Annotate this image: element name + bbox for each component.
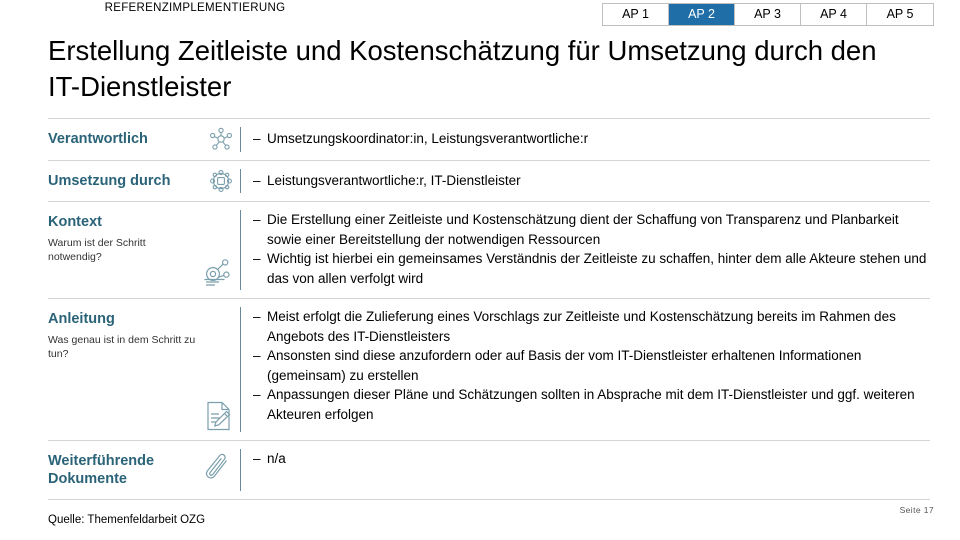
- row-label: Verantwortlich: [48, 131, 148, 147]
- row-content: – Leistungsverantwortliche:r, IT-Dienstl…: [241, 161, 930, 202]
- row-label: Umsetzung durch: [48, 172, 171, 189]
- row-label-block: Verantwortlich: [48, 119, 196, 160]
- paperclip-icon: [204, 453, 234, 487]
- table-row-verantwortlich: Verantwortlich – Umsetzungskoordinator:i…: [48, 118, 930, 160]
- row-label: Kontext: [48, 214, 102, 230]
- bullet-item: – Umsetzungskoordinator:in, Leistungsver…: [253, 129, 930, 149]
- people-network-icon: [208, 126, 234, 152]
- row-icon-cell: [196, 441, 240, 499]
- row-icon-cell: [196, 161, 240, 202]
- bullet-item: – Wichtig ist hierbei ein gemeinsames Ve…: [253, 249, 930, 288]
- tab-ap-4[interactable]: AP 4: [801, 4, 867, 25]
- row-label: Anleitung: [48, 311, 115, 327]
- kicker-label: REFERENZIMPLEMENTIERUNG: [104, 2, 286, 14]
- bullet-item: – Ansonsten sind diese anzufordern oder …: [253, 346, 930, 385]
- ap-tabstrip: AP 1 AP 2 AP 3 AP 4 AP 5: [602, 3, 934, 26]
- table-row-anleitung: Anleitung Was genau ist in dem Schritt z…: [48, 298, 930, 440]
- row-sublabel: Was genau ist in dem Schritt zu tun?: [48, 334, 196, 360]
- gear-people-icon: [208, 168, 234, 194]
- row-label-block: Anleitung Was genau ist in dem Schritt z…: [48, 299, 196, 440]
- table-row-weiterfuehrende-dokumente: Weiterführende Dokumente – n/a: [48, 440, 930, 500]
- row-content: – Umsetzungskoordinator:in, Leistungsver…: [241, 119, 930, 160]
- bullet-dash: –: [253, 309, 261, 324]
- bullet-text: n/a: [267, 451, 286, 466]
- tab-ap-5[interactable]: AP 5: [867, 4, 933, 25]
- bullet-item: – Anpassungen dieser Pläne und Schätzung…: [253, 385, 930, 424]
- bullet-item: – Die Erstellung einer Zeitleiste und Ko…: [253, 210, 930, 249]
- bullet-item: – n/a: [253, 449, 930, 469]
- bullet-text: Umsetzungskoordinator:in, Leistungsveran…: [267, 131, 589, 146]
- page-title: Erstellung Zeitleiste und Kostenschätzun…: [48, 35, 877, 102]
- row-label-block: Umsetzung durch: [48, 161, 196, 202]
- table-row-umsetzung-durch: Umsetzung durch – Leistungsverantwortlic…: [48, 159, 930, 202]
- row-label-block: Weiterführende Dokumente: [48, 441, 196, 499]
- tab-ap-1[interactable]: AP 1: [603, 4, 669, 25]
- bullet-dash: –: [253, 387, 261, 402]
- tab-ap-3[interactable]: AP 3: [735, 4, 801, 25]
- bullet-text: Leistungsverantwortliche:r, IT-Dienstlei…: [267, 172, 521, 188]
- row-icon-cell: [196, 119, 240, 160]
- bullet-item: – Meist erfolgt die Zulieferung eines Vo…: [253, 307, 930, 346]
- source-note: Quelle: Themenfeldarbeit OZG: [48, 514, 206, 526]
- document-pencil-icon: [204, 400, 234, 432]
- row-icon-cell: [196, 299, 240, 440]
- bullet-dash: –: [253, 348, 261, 363]
- bullet-text: Wichtig ist hierbei ein gemeinsames Vers…: [267, 251, 927, 286]
- page-number: Seite 17: [899, 505, 934, 515]
- row-icon-cell: [196, 202, 240, 298]
- bullet-dash: –: [253, 131, 261, 146]
- bullet-item: – Leistungsverantwortliche:r, IT-Dienstl…: [253, 171, 930, 191]
- row-content: – n/a: [241, 441, 930, 499]
- bullet-text: Ansonsten sind diese anzufordern oder au…: [267, 348, 862, 383]
- bullet-dash: –: [253, 251, 261, 266]
- bullet-text: Die Erstellung einer Zeitleiste und Kost…: [267, 212, 899, 247]
- tab-ap-2[interactable]: AP 2: [669, 4, 735, 25]
- row-content: – Die Erstellung einer Zeitleiste und Ko…: [241, 202, 930, 298]
- bullet-dash: –: [253, 451, 261, 466]
- row-label: Weiterführende Dokumente: [48, 453, 155, 487]
- bullet-dash: –: [253, 212, 261, 227]
- row-label-block: Kontext Warum ist der Schritt notwendig?: [48, 202, 196, 298]
- row-sublabel: Warum ist der Schritt notwendig?: [48, 237, 146, 263]
- step-detail-table: Verantwortlich – Umsetzungskoordinator:i…: [48, 118, 930, 500]
- magnifier-analysis-icon: [202, 258, 234, 290]
- bullet-dash: –: [253, 172, 261, 188]
- bullet-text: Anpassungen dieser Pläne und Schätzungen…: [267, 387, 915, 422]
- bullet-text: Meist erfolgt die Zulieferung eines Vors…: [267, 309, 896, 344]
- table-row-kontext: Kontext Warum ist der Schritt notwendig?: [48, 201, 930, 298]
- row-content: – Meist erfolgt die Zulieferung eines Vo…: [241, 299, 930, 440]
